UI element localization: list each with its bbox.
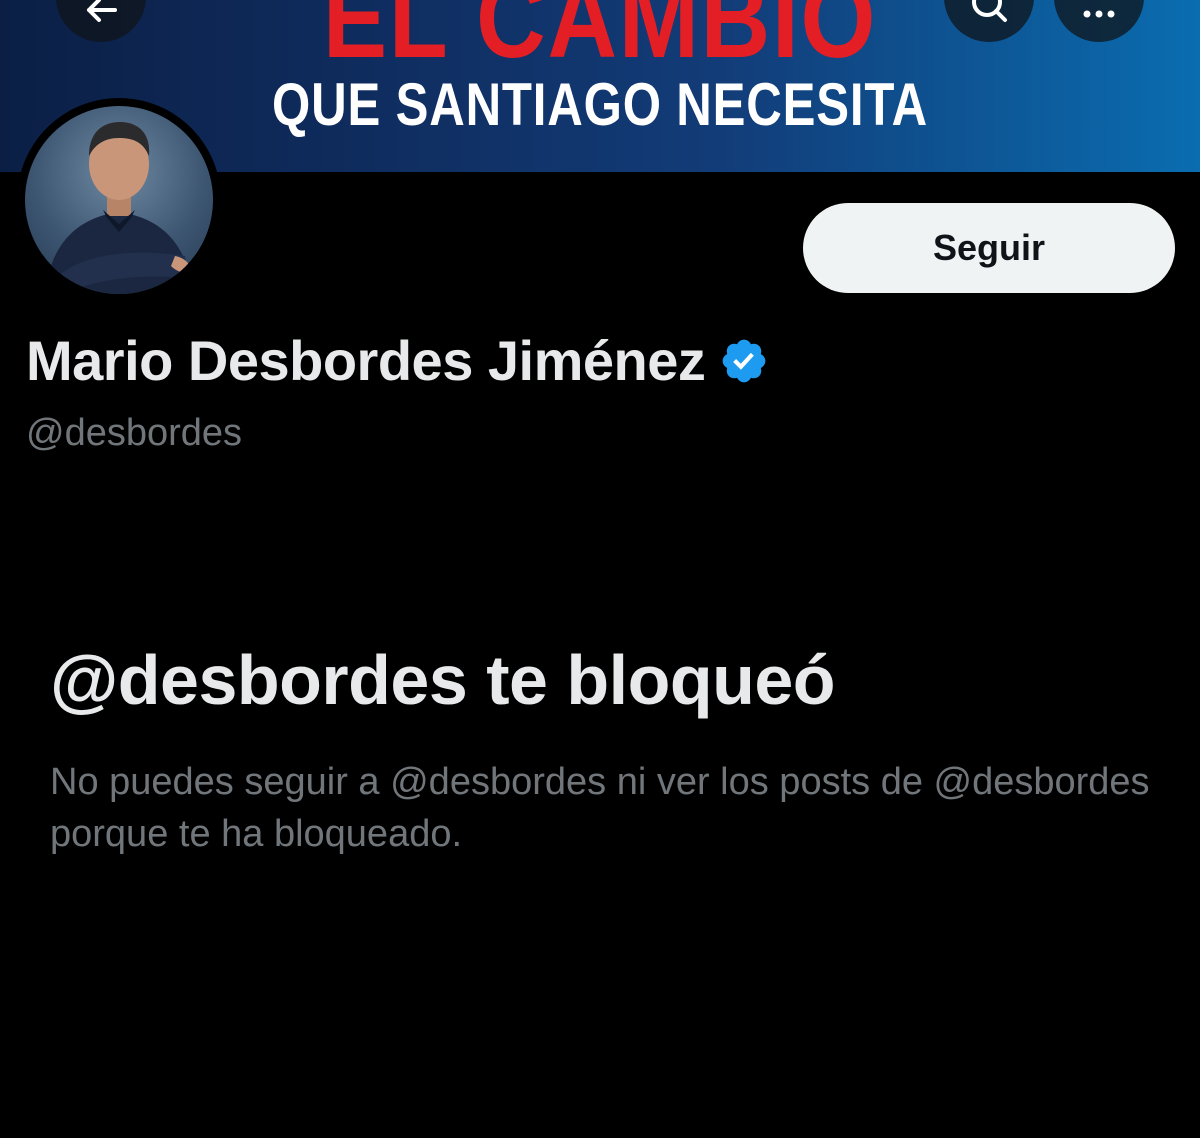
verified-badge-icon[interactable] (719, 336, 769, 386)
profile-photo (45, 122, 193, 294)
display-name: Mario Desbordes Jiménez (26, 329, 706, 392)
avatar[interactable] (25, 106, 213, 294)
banner-subheadline: QUE SANTIAGO NECESITA (272, 71, 928, 138)
more-horizontal-icon (1083, 10, 1115, 18)
blocked-title: @desbordes te bloqueó (50, 641, 836, 719)
profile-name-row: Mario Desbordes Jiménez (26, 328, 769, 393)
profile-handle: @desbordes (26, 412, 243, 454)
search-icon (972, 0, 1007, 22)
follow-button[interactable]: Seguir (803, 203, 1175, 293)
blocked-message: No puedes seguir a @desbordes ni ver los… (50, 761, 1150, 855)
arrow-left-icon (87, 0, 117, 22)
